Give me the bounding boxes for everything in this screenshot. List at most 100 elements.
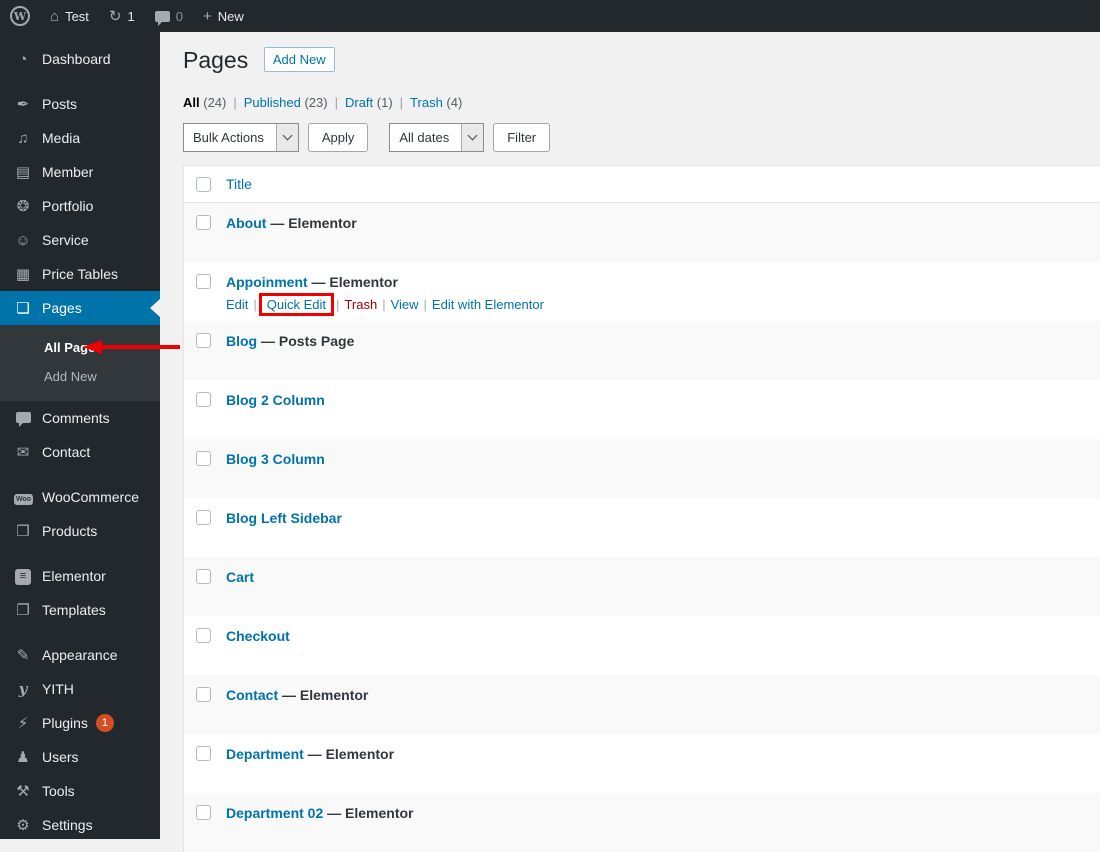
filter-draft[interactable]: Draft (1) [345,95,393,110]
page-title-link[interactable]: Department [226,746,304,762]
bulk-actions-select[interactable]: Bulk Actions [183,122,299,152]
updates-icon: ↻ [108,7,122,25]
sidebar-item-portfolio[interactable]: ❂ Portfolio [0,189,160,223]
elementor-icon: ≡ [15,568,31,585]
filter-button[interactable]: Filter [493,122,551,152]
select-all-checkbox[interactable] [196,176,211,192]
page-title-link[interactable]: Blog [226,333,257,349]
templates-icon: ❐ [16,601,30,619]
filter-label[interactable]: Published [244,95,301,110]
row-checkbox[interactable] [196,333,211,348]
post-state-suffix: — Posts Page [257,333,355,349]
row-action-edit-with-elementor[interactable]: Edit with Elementor [432,297,544,312]
sidebar-item-users[interactable]: ♟ Users [0,740,160,774]
filter-all[interactable]: All (24) [183,95,226,110]
sidebar-item-yith[interactable]: y YITH [0,672,160,706]
table-row-contact: Contact — Elementor [184,675,1100,734]
row-checkbox[interactable] [196,510,211,525]
row-checkbox[interactable] [196,746,211,761]
page-title-link[interactable]: Blog Left Sidebar [226,510,342,526]
row-checkbox[interactable] [196,805,211,820]
woocommerce-icon: Woo [14,489,34,505]
sidebar-item-appearance[interactable]: ✎ Appearance [0,638,160,672]
sidebar-item-label: Contact [42,444,91,460]
comments-icon [14,411,32,427]
tools-icon: ⚒ [16,782,30,800]
sidebar-item-label: Plugins [42,715,88,731]
comments-count: 0 [175,8,183,24]
chevron-down-icon [461,123,484,151]
sidebar-item-templates[interactable]: ❐ Templates [0,593,160,627]
site-name-menu[interactable]: ⌂ Test [40,0,99,32]
sidebar-item-price-tables[interactable]: ▦ Price Tables [0,257,160,291]
sidebar-item-dashboard[interactable]: ◔ Dashboard [0,42,160,76]
sidebar-item-products[interactable]: ❒ Products [0,514,160,548]
table-row-cart: Cart [184,557,1100,616]
updates-menu[interactable]: ↻ 1 [99,0,145,32]
plugins-icon: ⚡ [17,714,29,732]
annotation-highlight-box: Quick Edit [258,293,335,316]
sidebar-item-plugins[interactable]: ⚡ Plugins 1 [0,706,160,740]
sidebar-item-woocommerce[interactable]: Woo WooCommerce [0,480,160,514]
add-new-button[interactable]: Add New [263,47,335,72]
sidebar-item-label: Settings [42,817,93,833]
filter-label[interactable]: Draft [345,95,373,110]
sidebar-item-settings[interactable]: ⚙ Settings [0,808,160,842]
page-title-link[interactable]: Department 02 [226,805,323,821]
row-checkbox[interactable] [196,215,211,230]
row-content: About — Elementor [226,215,357,231]
row-action-quick-edit[interactable]: Quick Edit [267,297,326,312]
filter-separator: | [233,95,237,110]
row-checkbox[interactable] [196,451,211,466]
row-action-edit[interactable]: Edit [226,297,248,312]
row-title-line: Blog Left Sidebar [226,510,342,526]
service-icon: ☺ [15,231,31,249]
price-tables-icon: ▦ [15,265,31,283]
comments-menu[interactable]: 0 [145,0,193,32]
submenu-item-all-pages[interactable]: All Pages [0,333,160,362]
filter-label[interactable]: Trash [410,95,443,110]
page-title-link[interactable]: Blog 3 Column [226,451,325,467]
post-state-suffix: — Elementor [278,687,369,703]
filter-label: All [183,95,200,110]
yith-icon: y [18,679,28,698]
sidebar-item-comments[interactable]: Comments [0,401,160,435]
row-action-trash[interactable]: Trash [344,297,377,312]
row-checkbox[interactable] [196,687,211,702]
sidebar-item-elementor[interactable]: ≡ Elementor [0,559,160,593]
filter-separator: | [399,95,404,110]
page-title-link[interactable]: Contact [226,687,278,703]
row-checkbox[interactable] [196,628,211,643]
checkbox-cell [184,510,226,525]
row-title-line: Appoinment — Elementor [226,274,544,290]
sidebar-item-label: Users [42,749,79,765]
row-checkbox[interactable] [196,569,211,584]
submenu-item-add-new[interactable]: Add New [0,362,160,391]
sidebar-item-service[interactable]: ☺ Service [0,223,160,257]
sidebar-item-contact[interactable]: ✉ Contact [0,435,160,469]
sidebar-item-posts[interactable]: ✒ Posts [0,87,160,121]
page-title-link[interactable]: About [226,215,266,231]
sidebar-item-pages[interactable]: ❏ Pages [0,291,160,325]
wp-logo-menu[interactable]: W [0,0,40,32]
page-title-link[interactable]: Appoinment [226,274,308,290]
sidebar-item-media[interactable]: ♫ Media [0,121,160,155]
sidebar-item-tools[interactable]: ⚒ Tools [0,774,160,808]
row-content: Department 02 — Elementor [226,805,414,821]
filter-published[interactable]: Published (23) [244,95,328,110]
sidebar-item-member[interactable]: ▤ Member [0,155,160,189]
row-checkbox[interactable] [196,392,211,407]
new-content-menu[interactable]: + New [193,0,254,32]
dates-filter-select[interactable]: All dates [389,122,485,152]
title-column-header[interactable]: Title [226,176,252,192]
page-title-link[interactable]: Cart [226,569,254,585]
users-icon: ♟ [16,748,30,766]
filter-trash[interactable]: Trash (4) [410,95,462,110]
row-checkbox[interactable] [196,274,211,289]
sidebar-item-label: Posts [42,96,78,112]
row-action-view[interactable]: View [391,297,419,312]
apply-button[interactable]: Apply [307,122,369,152]
page-title-link[interactable]: Checkout [226,628,290,644]
page-title-link[interactable]: Blog 2 Column [226,392,325,408]
media-icon: ♫ [17,129,29,147]
